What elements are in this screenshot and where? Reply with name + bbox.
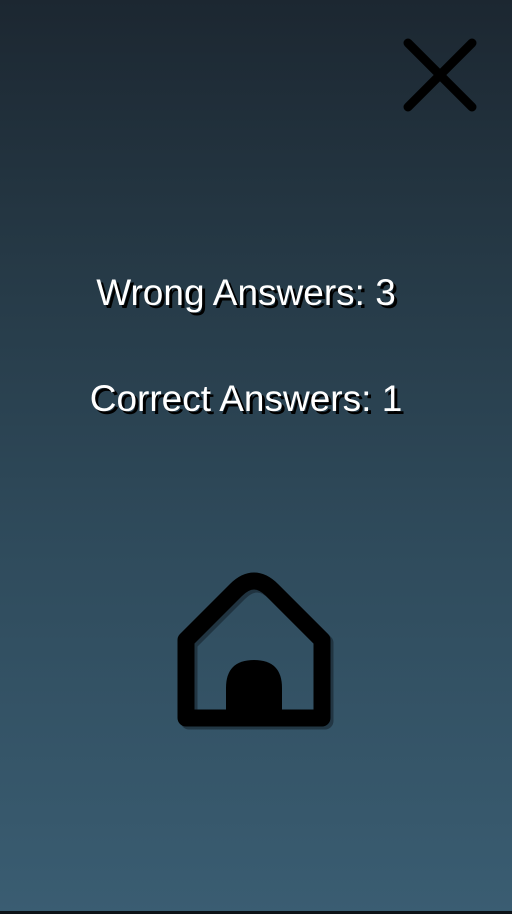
correct-answers-text: Correct Answers: 1 xyxy=(89,378,403,419)
close-icon xyxy=(403,38,477,112)
close-button[interactable] xyxy=(398,32,482,118)
home-button[interactable] xyxy=(166,560,346,738)
home-icon xyxy=(177,572,334,730)
wrong-answers-text: Wrong Answers: 3 xyxy=(96,272,396,313)
